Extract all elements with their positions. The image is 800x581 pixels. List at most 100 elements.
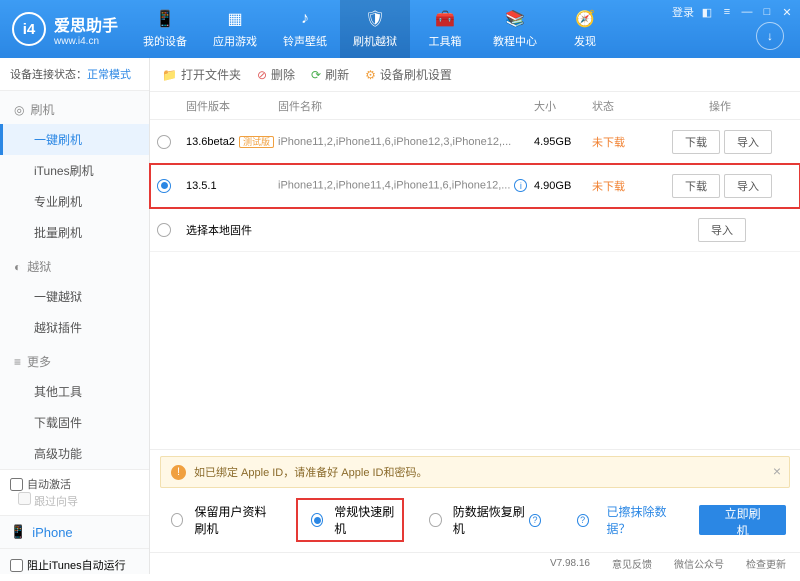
download-button[interactable]: 下载 [672,130,720,154]
import-button[interactable]: 导入 [724,130,772,154]
maximize-icon[interactable]: □ [760,5,774,19]
appleid-warning: ! 如已绑定 Apple ID，请准备好 Apple ID和密码。 × [160,456,790,488]
firmware-name: iPhone11,2,iPhone11,4,iPhone11,6,iPhone1… [278,179,534,192]
firmware-radio[interactable] [157,179,171,193]
col-version: 固件版本 [178,98,278,114]
sidebar-item[interactable]: 越狱插件 [0,312,149,343]
sidebar: 设备连接状态：正常模式 ◎刷机 一键刷机iTunes刷机专业刷机批量刷机 ◐越狱… [0,58,150,574]
sidebar-item[interactable]: 下载固件 [0,407,149,438]
sidebar-section-flash: ◎刷机 [0,95,149,124]
download-manager-icon[interactable]: ↓ [756,22,784,50]
bottom-panel: ! 如已绑定 Apple ID，请准备好 Apple ID和密码。 × 保留用户… [150,449,800,574]
help-icon[interactable]: ? [577,514,589,527]
logo-icon: i4 [12,12,46,46]
sidebar-section-more: ≡更多 [0,347,149,376]
mode-anti-recover[interactable]: 防数据恢复刷机? [422,503,540,537]
delete-button[interactable]: ⊘删除 [257,66,295,83]
nav-icon: 🛡 [365,9,385,29]
top-bar: i4 爱思助手 www.i4.cn 📱我的设备▦应用游戏♪铃声壁纸🛡刷机越狱🧰工… [0,0,800,58]
sidebar-item[interactable]: 批量刷机 [0,217,149,248]
open-folder-button[interactable]: 📁打开文件夹 [162,66,241,83]
jailbreak-icon: ◐ [14,260,21,274]
follow-guide-checkbox [18,492,31,505]
local-firmware-radio[interactable] [157,223,171,237]
device-status: 设备连接状态：正常模式 [0,58,149,91]
sidebar-section-jailbreak: ◐越狱 [0,252,149,281]
info-icon[interactable]: i [514,179,527,192]
device-entry[interactable]: 📱iPhone [0,515,149,548]
delete-icon: ⊘ [257,68,267,82]
nav-0[interactable]: 📱我的设备 [130,0,200,58]
nav-icon: 📱 [155,9,175,29]
nav-icon: ▦ [225,9,245,29]
nav-3[interactable]: 🛡刷机越狱 [340,0,410,58]
gear-icon: ⚙ [365,68,376,82]
more-icon: ≡ [14,355,21,369]
block-itunes-checkbox[interactable] [10,559,23,572]
nav-1[interactable]: ▦应用游戏 [200,0,270,58]
import-local-button[interactable]: 导入 [698,218,746,242]
col-status: 状态 [592,98,650,114]
phone-icon: 📱 [10,524,26,540]
nav-icon: 📚 [505,9,525,29]
mode-keep-data[interactable]: 保留用户资料刷机 [164,503,278,537]
auto-activate-row: 自动激活 跟过向导 [0,469,149,515]
footer: V7.98.16 意见反馈 微信公众号 检查更新 [150,552,800,574]
sidebar-item[interactable]: iTunes刷机 [0,155,149,186]
mode-quick-flash[interactable]: 常规快速刷机 [296,498,405,542]
help-icon[interactable]: ? [529,514,540,527]
flash-now-button[interactable]: 立即刷机 [699,505,786,535]
warning-close-icon[interactable]: × [773,463,781,479]
wechat-link[interactable]: 微信公众号 [674,556,724,571]
firmware-status: 未下载 [592,178,650,194]
firmware-version: 13.6beta2测试版 [178,135,278,148]
col-name: 固件名称 [278,98,534,114]
toolbar: 📁打开文件夹 ⊘删除 ⟳刷新 ⚙设备刷机设置 [150,58,800,92]
version-label: V7.98.16 [550,558,590,569]
nav-2[interactable]: ♪铃声壁纸 [270,0,340,58]
nav-5[interactable]: 📚教程中心 [480,0,550,58]
flash-icon: ◎ [14,103,24,117]
firmware-size: 4.90GB [534,180,592,192]
firmware-name: iPhone11,2,iPhone11,6,iPhone12,3,iPhone1… [278,136,534,148]
col-size: 大小 [534,98,592,114]
nav-icon: 🧰 [435,9,455,29]
menu-icon[interactable]: ≡ [720,5,734,19]
nav-6[interactable]: 🧭发现 [550,0,620,58]
download-button[interactable]: 下载 [672,174,720,198]
firmware-status: 未下载 [592,134,650,150]
feedback-link[interactable]: 意见反馈 [612,556,652,571]
block-itunes-row: 阻止iTunes自动运行 [0,548,149,581]
table-header: 固件版本 固件名称 大小 状态 操作 [150,92,800,120]
sidebar-item[interactable]: 其他工具 [0,376,149,407]
flash-settings-button[interactable]: ⚙设备刷机设置 [365,66,452,83]
skin-icon[interactable]: ◧ [700,5,714,19]
import-button[interactable]: 导入 [724,174,772,198]
logo: i4 爱思助手 www.i4.cn [0,12,130,47]
local-firmware-label: 选择本地固件 [178,222,252,238]
sidebar-item[interactable]: 高级功能 [0,438,149,469]
erase-data-link[interactable]: 已擦抹除数据？ [607,503,682,537]
firmware-row: 13.5.1iPhone11,2,iPhone11,4,iPhone11,6,i… [150,164,800,208]
brand-url: www.i4.cn [54,36,118,47]
refresh-icon: ⟳ [311,68,321,82]
nav-4[interactable]: 🧰工具箱 [410,0,480,58]
minimize-icon[interactable]: — [740,5,754,19]
local-firmware-row: 选择本地固件 导入 [150,208,800,252]
sidebar-item[interactable]: 一键刷机 [0,124,149,155]
firmware-radio[interactable] [157,135,171,149]
firmware-version: 13.5.1 [178,180,278,192]
sidebar-item[interactable]: 专业刷机 [0,186,149,217]
firmware-size: 4.95GB [534,136,592,148]
warning-icon: ! [171,465,186,480]
sidebar-item[interactable]: 一键越狱 [0,281,149,312]
close-icon[interactable]: ✕ [780,5,794,19]
nav-icon: 🧭 [575,9,595,29]
nav-icon: ♪ [295,9,315,29]
col-action: 操作 [650,98,790,114]
main-panel: 📁打开文件夹 ⊘删除 ⟳刷新 ⚙设备刷机设置 固件版本 固件名称 大小 状态 操… [150,58,800,574]
auto-activate-checkbox[interactable] [10,478,23,491]
refresh-button[interactable]: ⟳刷新 [311,66,349,83]
check-update-link[interactable]: 检查更新 [746,556,786,571]
login-link[interactable]: 登录 [672,4,694,20]
